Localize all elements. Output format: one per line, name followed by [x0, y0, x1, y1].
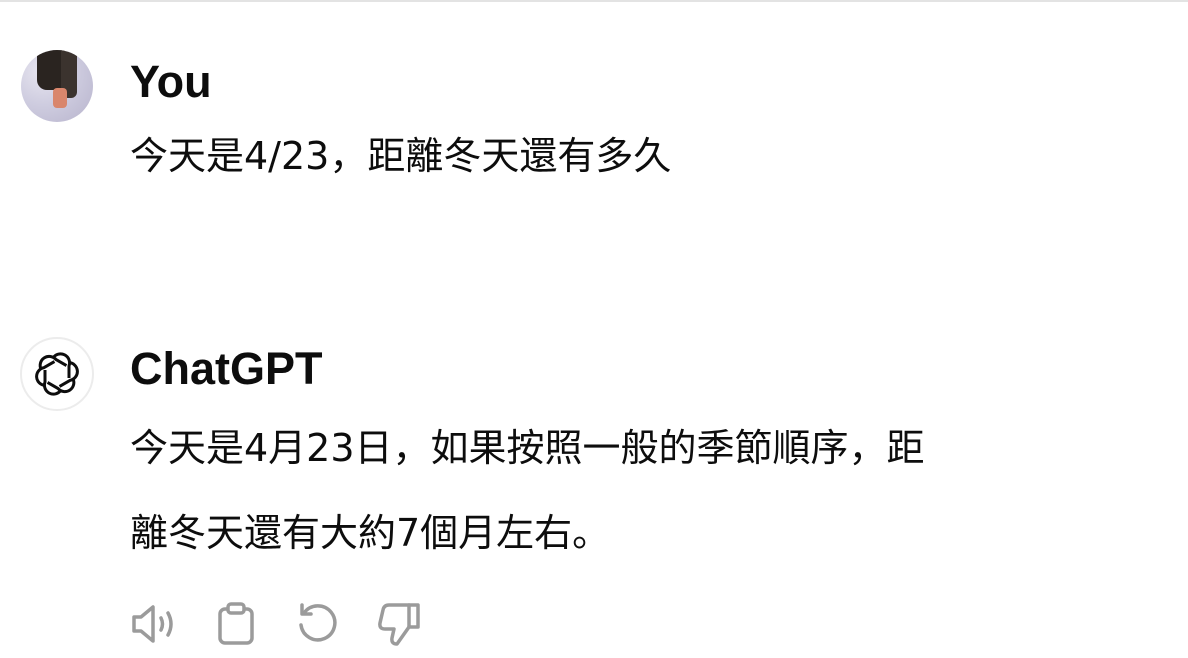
- user-message-text: 今天是4/23，距離冬天還有多久: [130, 134, 672, 178]
- regenerate-icon: [299, 603, 337, 642]
- regenerate-button[interactable]: [292, 598, 344, 650]
- message-actions: [128, 598, 456, 650]
- user-author-name: You: [130, 56, 212, 107]
- clipboard-icon: [218, 602, 254, 645]
- assistant-message-line-1: 今天是4月23日，如果按照一般的季節順序，距: [130, 426, 925, 470]
- speaker-icon: [132, 605, 173, 643]
- read-aloud-button[interactable]: [128, 598, 180, 650]
- bad-response-button[interactable]: [374, 598, 426, 650]
- user-avatar[interactable]: [21, 50, 93, 122]
- top-divider: [0, 0, 1188, 2]
- openai-logo-icon: [35, 352, 79, 396]
- assistant-author-name: ChatGPT: [130, 343, 323, 394]
- avatar-figure-cup: [53, 88, 67, 108]
- assistant-message-line-2: 離冬天還有大約7個月左右。: [130, 511, 611, 555]
- thumbs-down-icon: [378, 603, 420, 646]
- chatgpt-avatar: [20, 337, 94, 411]
- copy-button[interactable]: [210, 598, 262, 650]
